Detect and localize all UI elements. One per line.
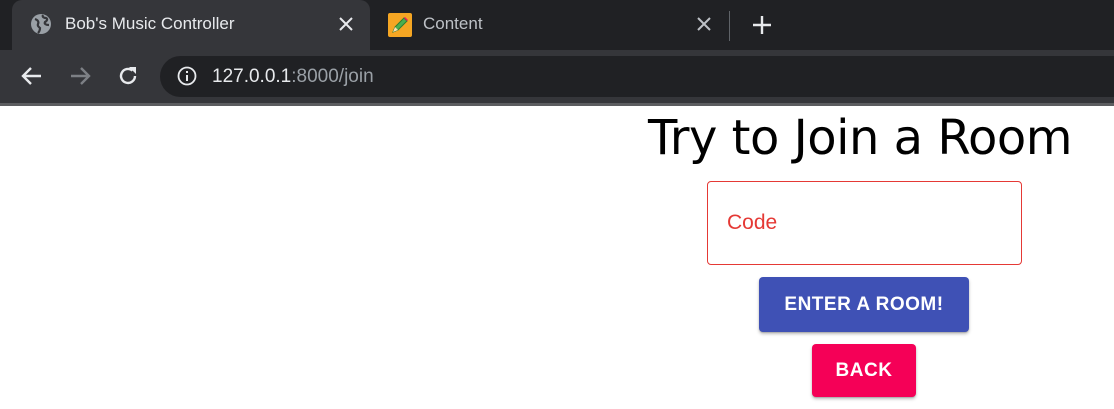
globe-icon (30, 13, 52, 35)
toolbar-divider (0, 103, 1114, 106)
reload-icon[interactable] (115, 63, 141, 89)
tab-title: Content (423, 14, 483, 33)
close-tab-icon[interactable] (336, 14, 356, 34)
url-path: :8000/join (291, 66, 374, 87)
forward-arrow-icon[interactable] (67, 63, 93, 89)
pencil-icon (388, 13, 412, 37)
tab-strip: Bob's Music Controller Content (0, 0, 1114, 50)
enter-room-button[interactable]: ENTER A ROOM! (759, 277, 969, 332)
address-bar[interactable]: 127.0.0.1:8000/join (160, 56, 1114, 97)
tab-bobs-music-controller[interactable]: Bob's Music Controller (12, 0, 370, 50)
back-button[interactable]: BACK (812, 344, 916, 397)
code-field (707, 181, 1022, 265)
tab-content[interactable]: Content (372, 0, 728, 50)
tab-title: Bob's Music Controller (65, 14, 235, 33)
url-host: 127.0.0.1 (212, 66, 292, 87)
code-input[interactable] (727, 206, 1007, 240)
browser-toolbar: 127.0.0.1:8000/join (0, 50, 1114, 103)
url-text: 127.0.0.1:8000/join (212, 66, 374, 88)
tab-divider (729, 11, 730, 41)
close-tab-icon[interactable] (694, 14, 714, 34)
info-icon[interactable] (177, 66, 197, 86)
page-title: Try to Join a Room (648, 110, 1073, 166)
new-tab-plus-icon[interactable] (750, 13, 774, 37)
back-arrow-icon[interactable] (19, 63, 45, 89)
